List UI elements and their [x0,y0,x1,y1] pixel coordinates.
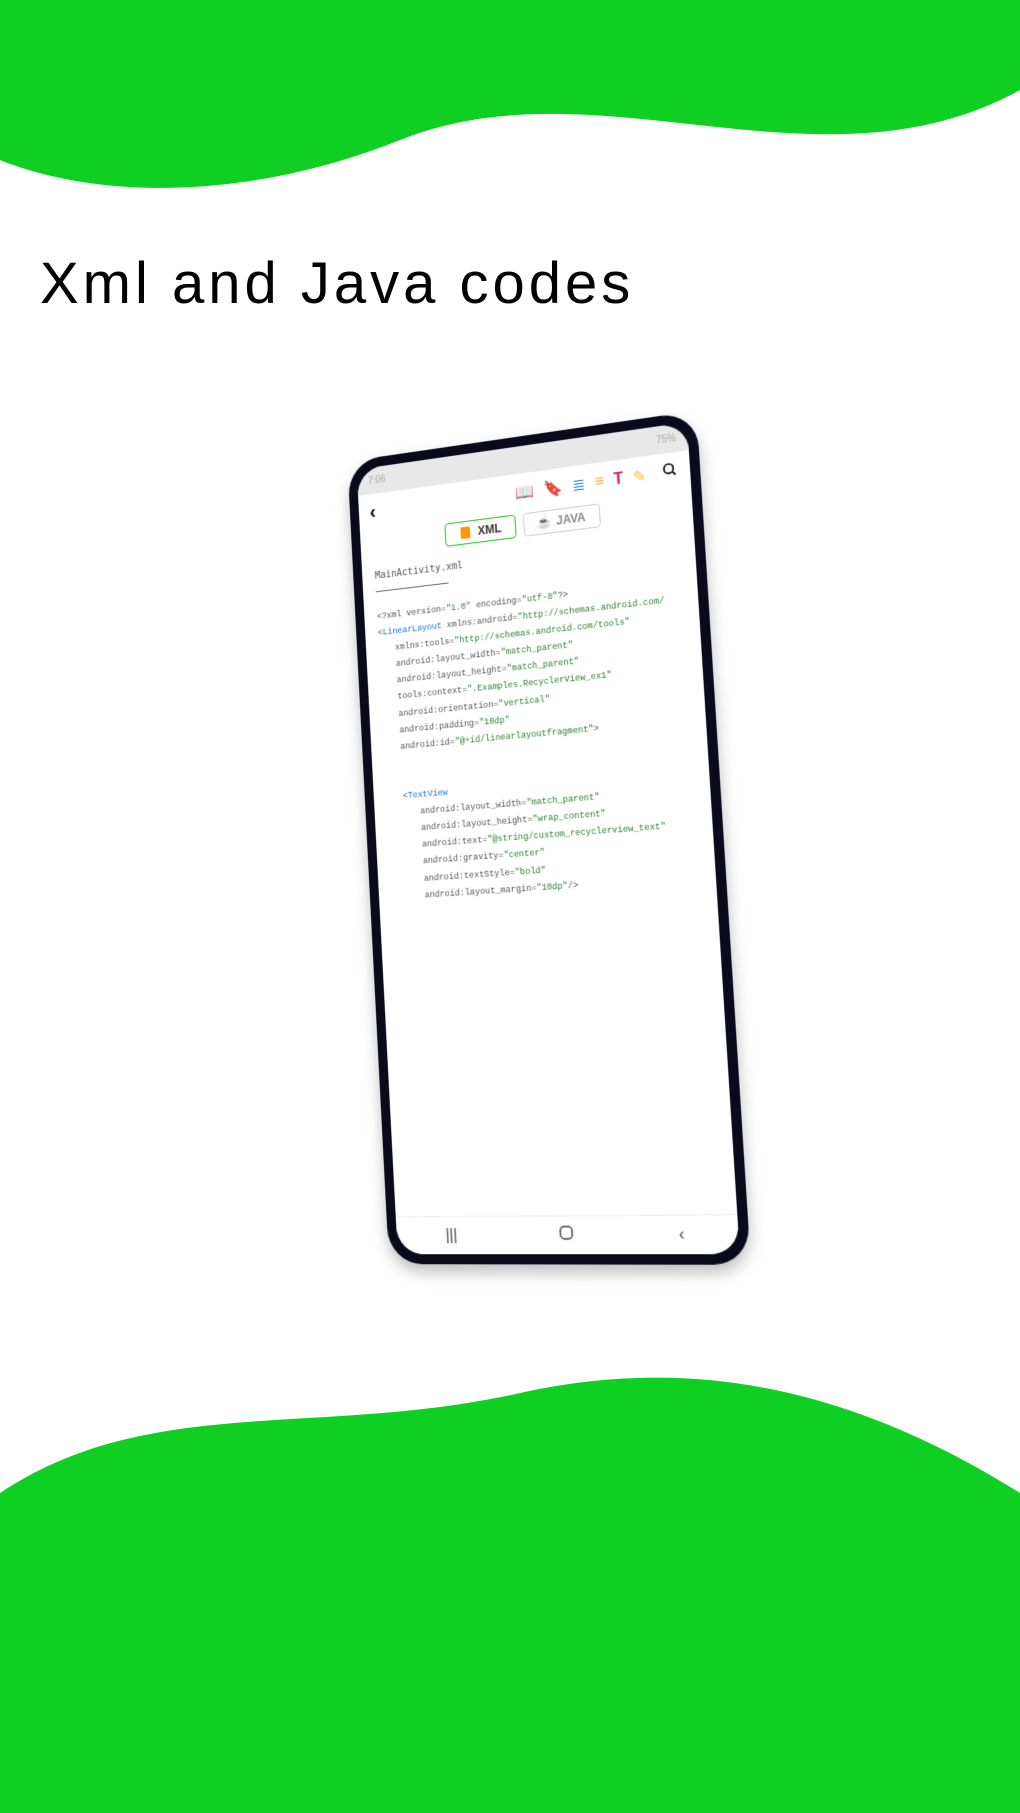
status-battery: 75% [656,432,677,446]
android-nav-bar: ||| ‹ [396,1214,740,1254]
nav-recent-icon[interactable]: ||| [445,1227,458,1245]
tab-java[interactable]: ☕ JAVA [522,503,600,537]
top-wave-decoration [0,0,1020,240]
tab-java-label: JAVA [556,510,586,528]
java-file-icon: ☕ [537,515,551,530]
tab-xml-label: XML [477,521,501,538]
bottom-wave-decoration [0,1313,1020,1813]
search-icon[interactable] [661,461,678,484]
phone-mockup: 7:06 75% ‹ 📖 🔖 ≣ ≡ T ✎ [355,430,725,1260]
divider [376,582,449,592]
list-icon[interactable]: ≣ [572,474,586,495]
code-view[interactable]: <?xml version="1.0" encoding="utf-8"?> <… [364,572,737,1217]
tab-xml[interactable]: XML [445,514,517,546]
back-button[interactable]: ‹ [369,501,376,524]
text-icon[interactable]: T [613,470,624,489]
align-icon[interactable]: ≡ [594,472,604,491]
book-icon[interactable]: 📖 [515,481,535,503]
page-title: Xml and Java codes [40,250,634,317]
nav-home-icon[interactable] [558,1224,575,1246]
nav-back-icon[interactable]: ‹ [678,1225,685,1244]
status-time: 7:06 [368,474,386,487]
highlight-icon[interactable]: ✎ [632,466,646,488]
xml-file-icon [459,525,473,540]
bookmark-icon[interactable]: 🔖 [543,477,563,499]
